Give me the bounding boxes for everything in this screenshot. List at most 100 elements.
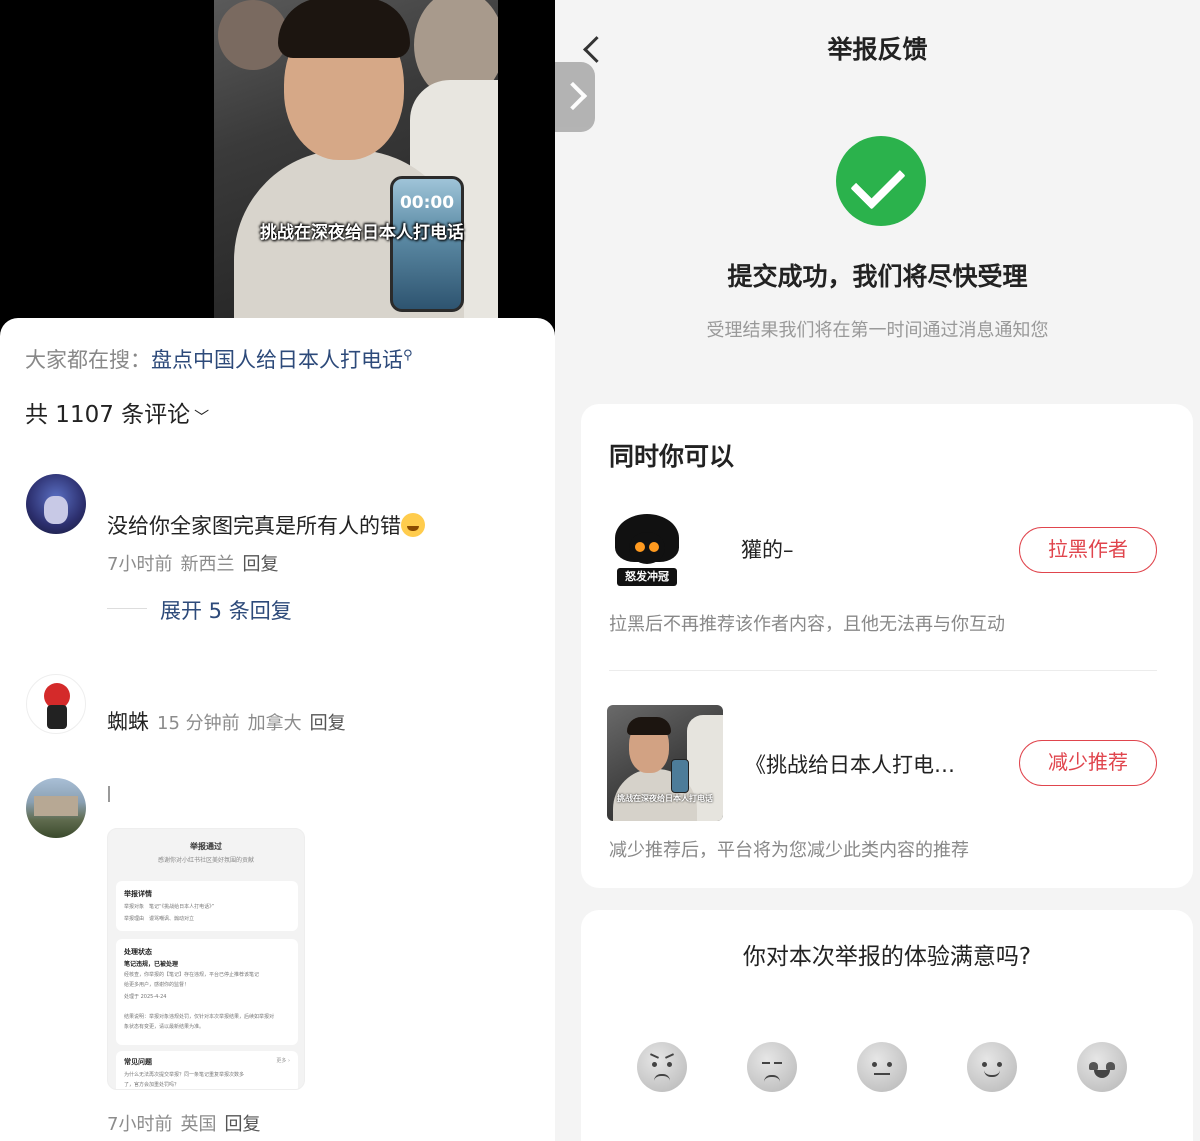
image-subtitle: 感谢你对小红书社区美好氛围的贡献: [157, 857, 254, 864]
block-author-button[interactable]: 拉黑作者: [1019, 527, 1157, 573]
eye: [872, 1062, 877, 1067]
note-thumbnail[interactable]: 挑战在深夜给日本人打电话: [607, 705, 723, 821]
video-caption: 挑战在深夜给日本人打电话: [260, 223, 464, 243]
satisfied-icon[interactable]: [967, 1042, 1017, 1092]
detail-reason: 举报理由 谩骂嘲讽、煽动对立: [124, 916, 195, 922]
author-avatar[interactable]: 怒发冲冠: [609, 510, 685, 590]
reply-button[interactable]: 回复: [224, 1114, 260, 1135]
text-cursor: [108, 786, 110, 802]
eye: [982, 1062, 987, 1067]
comment-location: 英国: [180, 1114, 217, 1135]
thumb-caption: 挑战在深夜给日本人打电话: [617, 794, 713, 803]
avatar-banner-text: 怒发冲冠: [617, 568, 677, 586]
expand-handle-chevron-icon[interactable]: [555, 62, 595, 132]
search-prefix: 大家都在搜：: [25, 348, 151, 372]
comment-count[interactable]: 共 1107 条评论 ﹀: [25, 395, 209, 429]
status-date: 处理于 2025-4-24: [124, 994, 167, 1000]
eye: [774, 1062, 782, 1064]
divider: [107, 608, 147, 609]
faq-heading: 常见问题: [124, 1058, 152, 1066]
mouth: [874, 1073, 890, 1075]
comment-time: 7小时前: [107, 1114, 173, 1135]
faq-box: 常见问题 更多 › 为什么无法再次提交举报？同一条笔记重复举报次数多 了，官方会…: [116, 1051, 298, 1089]
username[interactable]: 蜘蛛: [107, 710, 149, 734]
author-name: 獾的–: [741, 538, 794, 562]
comment-time: 7小时前: [107, 554, 173, 575]
checkmark-icon: [836, 136, 926, 226]
success-title: 提交成功，我们将尽快受理: [727, 262, 1028, 291]
mouth: [1094, 1070, 1110, 1078]
mouth: [984, 1070, 1000, 1077]
reduce-description: 减少推荐后，平台将为您减少此类内容的推荐: [609, 840, 969, 861]
eye: [887, 1062, 892, 1067]
comment-meta: 7小时前 英国 回复: [107, 1110, 260, 1136]
comment-sheet: 大家都在搜：盘点中国人给日本人打电话⚲ 共 1107 条评论 ﹀ 没给你全家图完真…: [0, 318, 555, 1141]
avatar[interactable]: [26, 474, 86, 534]
detail-target: 举报对象 笔记“《挑战给日本人打电话》”: [124, 904, 215, 910]
video-player[interactable]: 00:00 挑战在深夜给日本人打电话: [0, 0, 555, 340]
note-title: 《挑战给日本人打电…: [745, 753, 955, 777]
report-feedback-page: 举报反馈 提交成功，我们将尽快受理 受理结果我们将在第一时间通过消息通知您 同时…: [555, 0, 1200, 1141]
satisfaction-survey-card: 你对本次举报的体验满意吗?: [581, 910, 1193, 1141]
neutral-icon[interactable]: [857, 1042, 907, 1092]
faq-line: 了，官方会加重处罚吗？: [124, 1082, 180, 1088]
faq-more: 更多 ›: [276, 1058, 290, 1064]
avatar-body: [47, 705, 67, 729]
thumb-phone: [671, 759, 689, 793]
very-satisfied-icon[interactable]: [1077, 1042, 1127, 1092]
faq-line: 为什么无法再次提交举报？同一条笔记重复举报次数多: [124, 1072, 245, 1078]
status-heading: 处理状态: [124, 948, 152, 956]
success-subtitle: 受理结果我们将在第一时间通过消息通知您: [706, 320, 1049, 341]
eye: [997, 1062, 1002, 1067]
reply-button[interactable]: 回复: [310, 713, 346, 734]
heart-eye: [1089, 1062, 1098, 1070]
search-query-link[interactable]: 盘点中国人给日本人打电话: [151, 348, 403, 372]
actions-title: 同时你可以: [609, 442, 735, 471]
comment-text[interactable]: 没给你全家图完真是所有人的错: [107, 510, 425, 540]
eye: [762, 1062, 770, 1064]
search-icon: ⚲: [403, 348, 413, 363]
expand-replies-button[interactable]: 展开 5 条回复: [160, 595, 292, 625]
status-line: 给更多用户，感谢你的监督！: [124, 982, 190, 988]
avatar-face: [44, 496, 68, 524]
eye: [667, 1062, 672, 1067]
comment-header: 蜘蛛 15 分钟前 加拿大 回复: [107, 706, 346, 736]
status-note: 结果说明：举报对象违规处罚，仅针对本次举报结果，后续如举报对: [124, 1014, 275, 1020]
eye: [652, 1062, 657, 1067]
phone-in-video: 00:00: [390, 176, 464, 312]
comments-panel: 00:00 挑战在深夜给日本人打电话 大家都在搜：盘点中国人给日本人打电话⚲ 共…: [0, 0, 555, 1141]
phone-time: 00:00: [399, 193, 455, 213]
mouth: [654, 1074, 670, 1081]
status-result: 笔记违规，已被处理: [124, 961, 179, 968]
search-suggestion[interactable]: 大家都在搜：盘点中国人给日本人打电话⚲: [25, 344, 413, 374]
detail-heading: 举报详情: [124, 890, 152, 898]
reply-button[interactable]: 回复: [242, 554, 278, 575]
heart-eye: [1106, 1062, 1115, 1070]
thumb-hair: [627, 717, 671, 735]
avatar[interactable]: [26, 778, 86, 838]
status-note: 象状态有变更，请以最新结果为准。: [124, 1024, 205, 1030]
comment-time: 15 分钟前: [157, 713, 240, 734]
block-description: 拉黑后不再推荐该作者内容，且他无法再与你互动: [609, 614, 1005, 635]
image-title: 举报通过: [190, 842, 222, 851]
brow: [649, 1053, 660, 1059]
avatar-building: [34, 796, 78, 816]
status-box: 处理状态 笔记违规，已被处理 经核查，你举报的【笔记】存在违规，平台已停止推荐该…: [116, 939, 298, 1045]
avatar-eye: [635, 542, 645, 552]
comment-count-label: 共 1107 条评论: [25, 402, 191, 428]
follow-up-actions-card: 同时你可以 怒发冲冠 獾的– 拉黑作者 拉黑后不再推荐该作者内容，且他无法再与你…: [581, 404, 1193, 888]
brow: [664, 1053, 675, 1059]
presenter-hair: [278, 0, 410, 58]
status-line: 经核查，你举报的【笔记】存在违规，平台已停止推荐该笔记: [124, 972, 260, 978]
comment-meta: 7小时前 新西兰 回复: [107, 550, 278, 576]
mouth: [764, 1075, 780, 1082]
comment-image[interactable]: 举报通过 感谢你对小红书社区美好氛围的贡献 举报详情 举报对象 笔记“《挑战给日…: [107, 828, 305, 1090]
background-person: [218, 0, 288, 70]
reduce-recommendation-button[interactable]: 减少推荐: [1019, 740, 1157, 786]
page-title: 举报反馈: [827, 35, 928, 64]
chevron-down-icon: ﹀: [194, 408, 210, 426]
avatar[interactable]: [26, 674, 86, 734]
survey-question: 你对本次举报的体验满意吗?: [742, 944, 1032, 970]
very-dissatisfied-icon[interactable]: [637, 1042, 687, 1092]
dissatisfied-icon[interactable]: [747, 1042, 797, 1092]
